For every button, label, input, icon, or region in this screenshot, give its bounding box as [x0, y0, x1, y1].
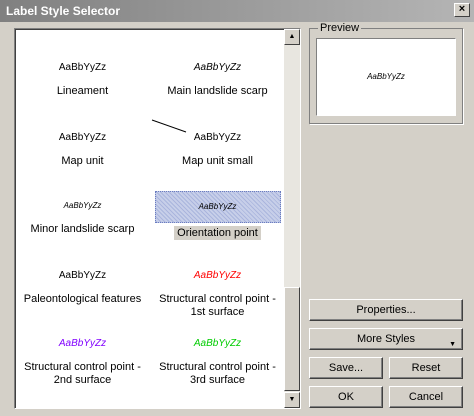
title-bar: Label Style Selector × [0, 0, 474, 22]
style-sample: AaBbYyZz [58, 132, 107, 143]
dropdown-arrow-icon: ▼ [449, 341, 456, 348]
style-label: Lineament [15, 85, 150, 98]
close-icon: × [458, 3, 466, 15]
style-label: Map unit [15, 155, 150, 168]
style-gallery[interactable]: AaBbYyZz Lineament AaBbYyZz Main landslide … [14, 28, 301, 409]
close-button[interactable]: × [454, 3, 470, 17]
style-label: Main landslide scarp [150, 85, 285, 98]
ok-button[interactable]: OK [309, 386, 383, 408]
style-label-text: Minor landslide scarp [30, 223, 135, 235]
style-label: Structural control point - 2nd surface [15, 361, 150, 387]
style-label: Structural control point - 3rd surface [150, 361, 285, 387]
arrow-down-icon: ▼ [288, 396, 296, 403]
style-label-text: Orientation point [174, 226, 261, 240]
style-sample: AaBbYyZz [63, 201, 102, 210]
arrow-up-icon: ▲ [288, 33, 296, 40]
style-label: Structural control point - 1st surface [150, 293, 285, 319]
style-sample: AaBbYyZz [58, 338, 107, 349]
preview-legend: Preview [318, 22, 362, 34]
style-label-text: Map unit [61, 155, 104, 167]
reset-button[interactable]: Reset [389, 357, 463, 379]
style-label-text: Paleontological features [23, 293, 142, 305]
style-item[interactable]: AaBbYyZz Orientation point [150, 191, 285, 240]
style-label: Orientation point [150, 226, 285, 240]
style-label-text: Map unit small [182, 155, 253, 167]
style-sample: AaBbYyZz [193, 270, 242, 281]
leader-line-icon [151, 119, 187, 133]
style-sample: AaBbYyZz [154, 191, 281, 223]
more-styles-button[interactable]: More Styles ▼ [309, 328, 463, 350]
scroll-thumb[interactable] [284, 287, 300, 391]
style-sample: AaBbYyZz [193, 62, 242, 73]
style-item[interactable]: AaBbYyZz Minor landslide scarp [15, 197, 150, 236]
style-label: Map unit small [150, 155, 285, 168]
style-label: Paleontological features [15, 293, 150, 306]
style-item[interactable]: AaBbYyZz Structural control point - 1st s… [150, 267, 285, 319]
save-button[interactable]: Save... [309, 357, 383, 379]
scroll-down-button[interactable]: ▼ [284, 392, 300, 408]
cancel-button[interactable]: Cancel [389, 386, 463, 408]
style-item[interactable]: AaBbYyZz Paleontological features [15, 267, 150, 306]
style-label: Minor landslide scarp [15, 223, 150, 236]
style-item[interactable]: AaBbYyZz Main landslide scarp [150, 59, 285, 98]
style-label-text: Main landslide scarp [167, 85, 268, 97]
preview-sample: AaBbYyZz [367, 72, 405, 81]
vertical-scrollbar[interactable]: ▲ ▼ [284, 29, 300, 408]
style-label-text: Structural control point - 3rd surface [159, 361, 276, 386]
style-item[interactable]: AaBbYyZz Structural control point - 3rd s… [150, 335, 285, 387]
style-label-text: Structural control point - 2nd surface [24, 361, 141, 386]
properties-button[interactable]: Properties... [309, 299, 463, 321]
style-label-text: Lineament [56, 85, 109, 97]
style-grid: AaBbYyZz Lineament AaBbYyZz Main landslide … [15, 29, 285, 408]
window-title: Label Style Selector [6, 4, 121, 18]
style-item[interactable]: AaBbYyZz Structural control point - 2nd s… [15, 335, 150, 387]
style-item[interactable]: AaBbYyZz Map unit [15, 129, 150, 168]
style-label-text: Structural control point - 1st surface [159, 293, 276, 318]
preview-box: AaBbYyZz [316, 38, 456, 116]
preview-group: Preview AaBbYyZz [309, 22, 463, 124]
style-item[interactable]: AaBbYyZz Lineament [15, 59, 150, 98]
style-sample: AaBbYyZz [58, 270, 107, 281]
style-sample: AaBbYyZz [58, 62, 107, 73]
scroll-up-button[interactable]: ▲ [284, 29, 300, 45]
style-sample: AaBbYyZz [193, 338, 242, 349]
